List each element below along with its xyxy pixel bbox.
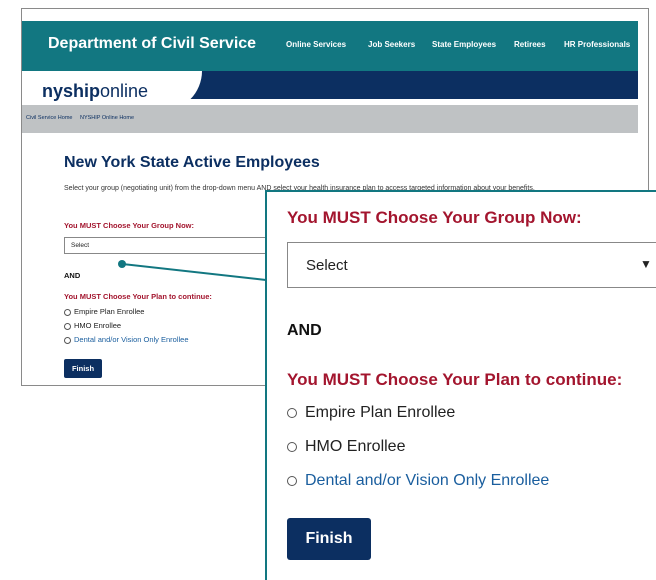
callout-line <box>121 263 267 281</box>
chevron-down-icon[interactable]: ▼ <box>640 257 652 271</box>
zoom-and-label: AND <box>287 322 322 339</box>
zoom-group-label: You MUST Choose Your Group Now: <box>287 208 582 227</box>
zoom-radio-dental-vision[interactable]: Dental and/or Vision Only Enrollee <box>287 472 549 490</box>
radio-button-icon[interactable] <box>287 407 297 418</box>
radio-button-icon[interactable] <box>287 475 297 486</box>
zoom-group-select[interactable]: Select ▼ <box>287 242 656 288</box>
option-label: Empire Plan Enrollee <box>305 404 456 421</box>
zoom-radio-empire-plan[interactable]: Empire Plan Enrollee <box>287 404 455 422</box>
radio-button-icon[interactable] <box>287 441 297 452</box>
zoom-plan-label: You MUST Choose Your Plan to continue: <box>287 370 623 389</box>
option-label: HMO Enrollee <box>305 438 406 455</box>
zoom-callout: You MUST Choose Your Group Now: Select ▼… <box>265 190 656 580</box>
option-label: Dental and/or Vision Only Enrollee <box>305 472 550 489</box>
zoom-finish-button[interactable]: Finish <box>287 518 371 560</box>
zoom-radio-hmo[interactable]: HMO Enrollee <box>287 438 405 456</box>
zoom-group-select-value: Select <box>306 257 348 274</box>
